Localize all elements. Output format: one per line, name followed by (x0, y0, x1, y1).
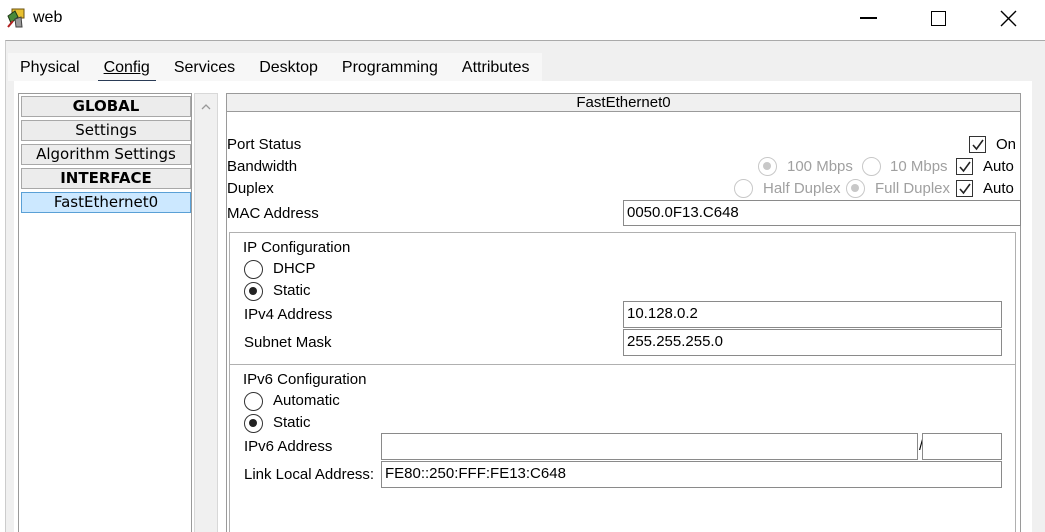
ipv6-config-title: IPv6 Configuration (243, 371, 367, 388)
nav-item-settings[interactable]: Settings (21, 120, 191, 141)
mac-address-label: MAC Address (227, 205, 319, 222)
duplex-auto-label: Auto (983, 180, 1014, 197)
ipv6-address-field[interactable] (381, 433, 918, 460)
tab-physical[interactable]: Physical (8, 53, 92, 81)
close-icon (1000, 10, 1016, 26)
ipv6-prefix-field[interactable] (922, 433, 1002, 460)
interface-panel: FastEthernet0 Port Status On Bandwidth 1… (226, 93, 1021, 532)
tab-attributes[interactable]: Attributes (450, 53, 542, 81)
app-icon (7, 8, 25, 28)
tab-label: Programming (341, 59, 438, 76)
ipv4-address-field[interactable]: 10.128.0.2 (623, 301, 1002, 328)
interface-title: FastEthernet0 (227, 94, 1020, 112)
window-title: web (33, 9, 63, 26)
ipv6-address-label: IPv6 Address (244, 438, 333, 455)
link-local-field[interactable]: FE80::250:FFF:FE13:C648 (381, 461, 1002, 488)
bandwidth-10-radio[interactable] (862, 157, 881, 176)
bandwidth-label: Bandwidth (227, 158, 298, 175)
tab-label: Desktop (259, 59, 318, 76)
nav-item-algorithm-settings[interactable]: Algorithm Settings (21, 144, 191, 165)
link-local-label: Link Local Address: (244, 466, 375, 483)
maximize-icon (930, 10, 946, 26)
duplex-label: Duplex (227, 180, 274, 197)
port-status-on-checkbox[interactable] (969, 136, 986, 153)
divider (230, 364, 1015, 365)
chevron-up-icon[interactable] (201, 102, 211, 112)
duplex-half-radio[interactable] (734, 179, 753, 198)
main-area: Physical Config Services Desktop Program… (5, 40, 1045, 532)
mac-address-field[interactable]: 0050.0F13.C648 (623, 200, 1021, 226)
bandwidth-10-label: 10 Mbps (890, 158, 948, 175)
bandwidth-100-label: 100 Mbps (787, 158, 853, 175)
tab-label: Config (103, 59, 150, 76)
ipv4-address-label: IPv4 Address (244, 306, 333, 323)
nav-header-global[interactable]: GLOBAL (21, 96, 191, 117)
tab-programming[interactable]: Programming (330, 53, 450, 81)
left-nav-scrollbar[interactable] (194, 93, 218, 532)
duplex-auto-checkbox[interactable] (956, 180, 973, 197)
nav-item-fastethernet0[interactable]: FastEthernet0 (21, 192, 191, 213)
bandwidth-auto-label: Auto (983, 158, 1014, 175)
duplex-full-label: Full Duplex (875, 180, 951, 197)
tab-services[interactable]: Services (162, 53, 247, 81)
bandwidth-auto-checkbox[interactable] (956, 158, 973, 175)
minimize-icon (859, 17, 877, 19)
checkmark-icon (959, 183, 971, 195)
tab-label: Services (173, 59, 236, 76)
checkmark-icon (972, 139, 984, 151)
duplex-half-label: Half Duplex (763, 180, 841, 197)
dhcp-radio[interactable] (244, 260, 263, 279)
tab-label: Physical (20, 59, 80, 76)
tab-bar: Physical Config Services Desktop Program… (8, 53, 542, 83)
subnet-mask-label: Subnet Mask (244, 334, 332, 351)
left-nav-panel: GLOBAL Settings Algorithm Settings INTER… (18, 93, 192, 532)
tab-desktop[interactable]: Desktop (247, 53, 330, 81)
duplex-full-radio[interactable] (846, 179, 865, 198)
ipv6-static-radio[interactable] (244, 414, 263, 433)
ipv6-automatic-radio[interactable] (244, 392, 263, 411)
ip-config-title: IP Configuration (243, 239, 351, 256)
checkmark-icon (959, 161, 971, 173)
bandwidth-100-radio[interactable] (758, 157, 777, 176)
static-label: Static (273, 282, 311, 299)
dhcp-label: DHCP (273, 260, 316, 277)
config-content: GLOBAL Settings Algorithm Settings INTER… (14, 81, 1032, 532)
maximize-button[interactable] (903, 0, 973, 36)
minimize-button[interactable] (833, 0, 903, 36)
title-bar: web (0, 0, 1045, 40)
tab-config[interactable]: Config (92, 53, 162, 83)
nav-header-interface[interactable]: INTERFACE (21, 168, 191, 189)
ipv6-automatic-label: Automatic (273, 392, 340, 409)
port-status-on-label: On (996, 136, 1017, 153)
subnet-mask-field[interactable]: 255.255.255.0 (623, 329, 1002, 356)
ipv6-static-label: Static (273, 414, 311, 431)
close-button[interactable] (973, 0, 1043, 36)
tab-label: Attributes (461, 59, 530, 76)
static-radio[interactable] (244, 282, 263, 301)
port-status-label: Port Status (227, 136, 302, 153)
